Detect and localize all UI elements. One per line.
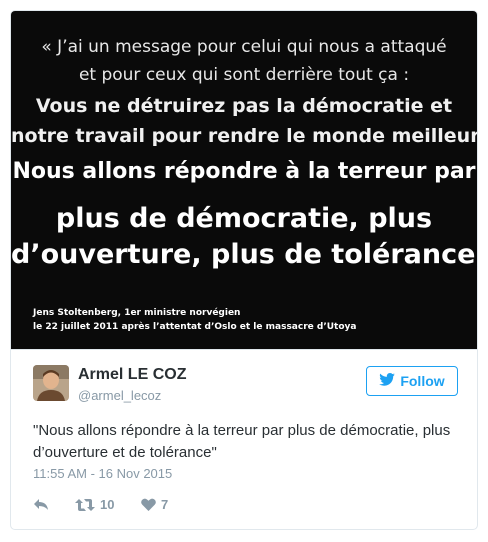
tweet-card: « J’ai un message pour celui qui nous a … (10, 10, 478, 530)
follow-button[interactable]: Follow (366, 366, 458, 396)
quote-credit-author: Jens Stoltenberg, 1er ministre norvégien (33, 308, 241, 318)
media-divider (11, 349, 477, 350)
author-name[interactable]: Armel LE COZ (78, 366, 186, 384)
author-handle[interactable]: @armel_lecoz (78, 388, 161, 403)
quote-line-4: notre travail pour rendre le monde meill… (11, 125, 478, 147)
quote-line-7: d’ouverture, plus de tolérance. » (11, 239, 478, 270)
quote-line-3: Vous ne détruirez pas la démocratie et (35, 95, 453, 117)
retweet-count: 10 (100, 497, 115, 512)
like-count: 7 (161, 497, 169, 512)
retweet-icon (75, 498, 95, 512)
quote-line-2: et pour ceux qui sont derrière tout ça : (78, 65, 410, 85)
tweet-text: "Nous allons répondre à la terreur par p… (33, 422, 451, 461)
like-button[interactable]: 7 (141, 497, 168, 512)
retweet-button[interactable]: 10 (75, 497, 114, 512)
tweet-timestamp[interactable]: 11:55 AM - 16 Nov 2015 (33, 466, 172, 481)
quote-line-5: Nous allons répondre à la terreur par (12, 159, 476, 184)
quote-image[interactable]: « J’ai un message pour celui qui nous a … (11, 11, 477, 349)
reply-button[interactable] (33, 497, 49, 511)
quote-credit-context: le 22 juillet 2011 après l’attentat d’Os… (33, 322, 357, 332)
reply-icon (33, 497, 49, 511)
quote-line-6: plus de démocratie, plus (55, 203, 433, 234)
twitter-bird-icon (379, 373, 396, 389)
quote-line-1: « J’ai un message pour celui qui nous a … (41, 37, 447, 57)
avatar[interactable] (33, 365, 69, 401)
follow-label: Follow (400, 373, 445, 389)
heart-icon (141, 498, 156, 511)
